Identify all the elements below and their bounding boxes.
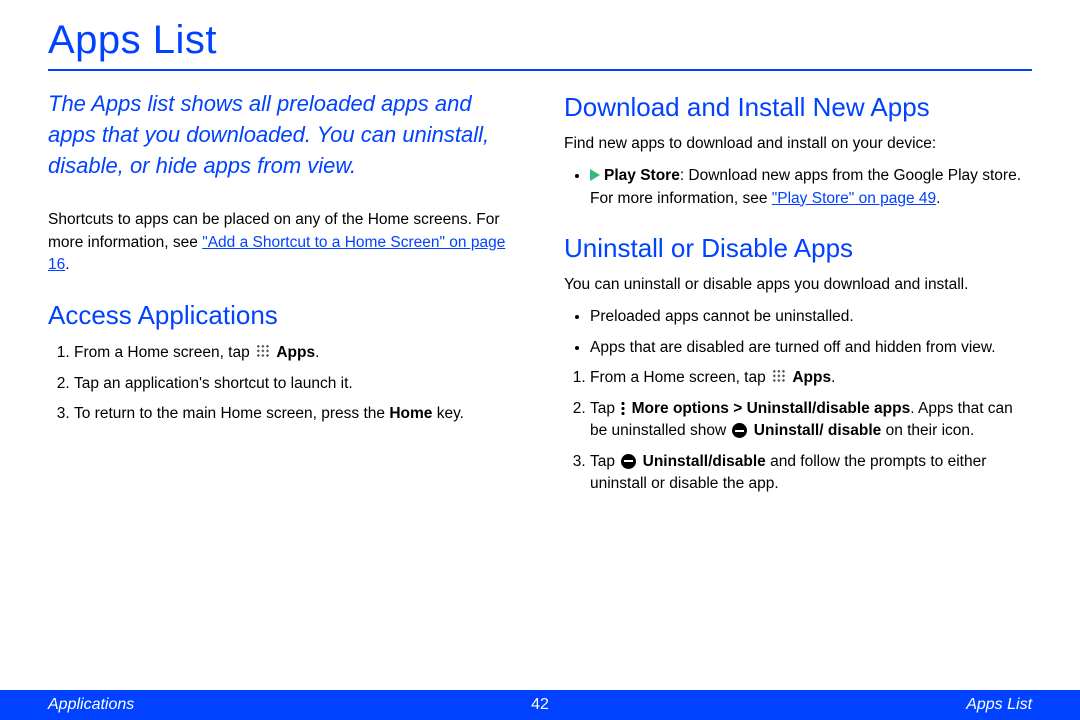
shortcuts-text-b: . (65, 256, 69, 273)
list-item: Play Store: Download new apps from the G… (590, 165, 1032, 210)
list-item: Tap Uninstall/disable and follow the pro… (590, 451, 1032, 496)
uninstall-disable-label: Uninstall/disable (643, 453, 766, 470)
more-options-label: More options > Uninstall/disable apps (632, 400, 911, 417)
uninstall-heading: Uninstall or Disable Apps (564, 230, 1032, 268)
play-store-label: Play Store (604, 167, 680, 184)
step-tail: key. (432, 405, 464, 422)
apps-label: Apps (276, 344, 315, 361)
uninstall-icon (621, 454, 636, 469)
page-title: Apps List (48, 18, 1032, 63)
step-text: Tap (590, 400, 619, 417)
footer-section-label: Applications (48, 696, 531, 714)
list-item: Tap an application's shortcut to launch … (74, 373, 516, 395)
list-item: Preloaded apps cannot be uninstalled. (590, 306, 1032, 328)
apps-label: Apps (792, 369, 831, 386)
list-item: From a Home screen, tap Apps. (74, 342, 516, 364)
list-item: From a Home screen, tap Apps. (590, 367, 1032, 389)
download-heading: Download and Install New Apps (564, 89, 1032, 127)
list-item: Apps that are disabled are turned off an… (590, 337, 1032, 359)
step-tail: on their icon. (881, 422, 974, 439)
step-tail: . (315, 344, 319, 361)
page-footer: Applications 42 Apps List (0, 690, 1080, 720)
step-text: To return to the main Home screen, press… (74, 405, 389, 422)
uninstall-bullets: Preloaded apps cannot be uninstalled. Ap… (564, 306, 1032, 359)
footer-page-number: 42 (531, 696, 549, 714)
list-item: To return to the main Home screen, press… (74, 403, 516, 425)
play-tail: . (936, 190, 940, 207)
apps-grid-icon (256, 344, 270, 358)
uninstall-intro: You can uninstall or disable apps you do… (564, 274, 1032, 296)
step-text: Tap (590, 453, 619, 470)
uninstall-disable-label: Uninstall/ disable (754, 422, 881, 439)
download-bullets: Play Store: Download new apps from the G… (564, 165, 1032, 210)
download-intro: Find new apps to download and install on… (564, 133, 1032, 155)
list-item: Tap More options > Uninstall/disable app… (590, 398, 1032, 443)
apps-grid-icon (772, 369, 786, 383)
footer-topic-label: Apps List (549, 696, 1032, 714)
shortcuts-paragraph: Shortcuts to apps can be placed on any o… (48, 209, 516, 276)
uninstall-steps: From a Home screen, tap Apps. Tap More o… (564, 367, 1032, 495)
step-tail: . (831, 369, 835, 386)
step-text: From a Home screen, tap (74, 344, 254, 361)
content-columns: The Apps list shows all preloaded apps a… (48, 89, 1032, 504)
intro-paragraph: The Apps list shows all preloaded apps a… (48, 89, 516, 181)
title-rule (48, 69, 1032, 71)
more-options-icon (621, 401, 625, 415)
left-column: The Apps list shows all preloaded apps a… (48, 89, 516, 504)
play-store-icon (590, 169, 600, 181)
access-applications-heading: Access Applications (48, 297, 516, 335)
play-store-link[interactable]: "Play Store" on page 49 (772, 190, 936, 207)
right-column: Download and Install New Apps Find new a… (564, 89, 1032, 504)
uninstall-icon (732, 423, 747, 438)
page: Apps List The Apps list shows all preloa… (0, 0, 1080, 720)
access-steps: From a Home screen, tap Apps. Tap an app… (48, 342, 516, 425)
step-text: From a Home screen, tap (590, 369, 770, 386)
home-key-label: Home (389, 405, 432, 422)
